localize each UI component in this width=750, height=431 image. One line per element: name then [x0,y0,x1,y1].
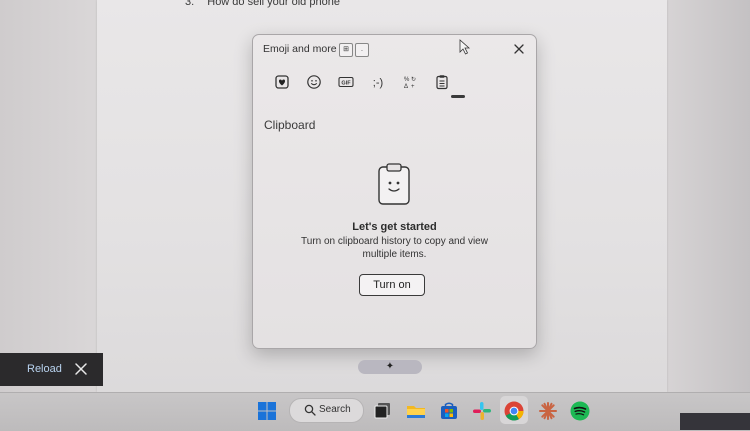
kaomoji-icon: ;-) [373,77,383,89]
list-number: 3. [185,0,195,8]
task-view-icon[interactable] [372,400,394,422]
empty-state-description: Turn on clipboard history to copy and vi… [301,236,488,260]
tab-kaomoji-heart[interactable] [269,71,295,93]
taskbar-search[interactable]: Search [289,398,364,423]
clipboard-illustration-icon [378,163,410,205]
emoji-panel: Emoji and more ⊞ . GIF ;-) % ↻ Δ + Clipb… [252,34,537,349]
microsoft-store-icon[interactable] [438,400,460,422]
document-list-item[interactable]: 3. How do sell your old phone [185,0,340,8]
search-label: Search [319,404,351,415]
search-icon [304,404,316,416]
turn-on-button[interactable]: Turn on [359,274,425,296]
tab-gif[interactable]: GIF [333,71,359,93]
desk-edge [680,413,750,430]
tab-symbols[interactable]: % ↻ Δ + [397,71,423,93]
section-label: Clipboard [264,118,316,132]
spotify-icon[interactable] [569,400,591,422]
list-text: How do sell your old phone [207,0,340,8]
taskbar: Search [0,392,750,431]
svg-text:;-): ;-) [373,77,383,89]
empty-state-title: Let's get started [352,221,437,233]
mouse-cursor-icon [459,39,471,55]
heart-sticker-icon [275,75,289,89]
sparkle-button[interactable]: ✦ [358,360,422,374]
reload-link[interactable]: Reload [27,363,62,375]
windows-start-icon[interactable] [256,400,278,422]
svg-text:Δ: Δ [404,84,408,90]
selected-tab-indicator [451,95,465,98]
svg-text:%: % [404,77,410,83]
clipboard-icon [436,75,448,90]
toast-close-icon[interactable] [74,362,88,376]
slack-icon[interactable] [471,400,493,422]
windows-key-badge: ⊞ [339,43,353,57]
symbols-icon: % ↻ Δ + [404,76,416,90]
tab-clipboard[interactable] [429,71,455,93]
tab-emoji[interactable] [301,71,327,93]
svg-text:GIF: GIF [341,80,351,86]
period-key-badge: . [355,43,369,57]
close-button[interactable] [510,40,528,58]
svg-text:+: + [411,84,415,90]
reload-toast: Reload [0,353,103,386]
tab-kaomoji[interactable]: ;-) [365,71,391,93]
claude-icon[interactable] [537,400,559,422]
file-explorer-icon[interactable] [405,400,427,422]
gif-icon: GIF [338,76,354,88]
panel-title: Emoji and more [263,43,337,55]
close-icon [514,44,524,54]
chrome-icon[interactable] [503,400,525,422]
smiley-icon [307,75,321,89]
svg-text:↻: ↻ [411,76,416,83]
